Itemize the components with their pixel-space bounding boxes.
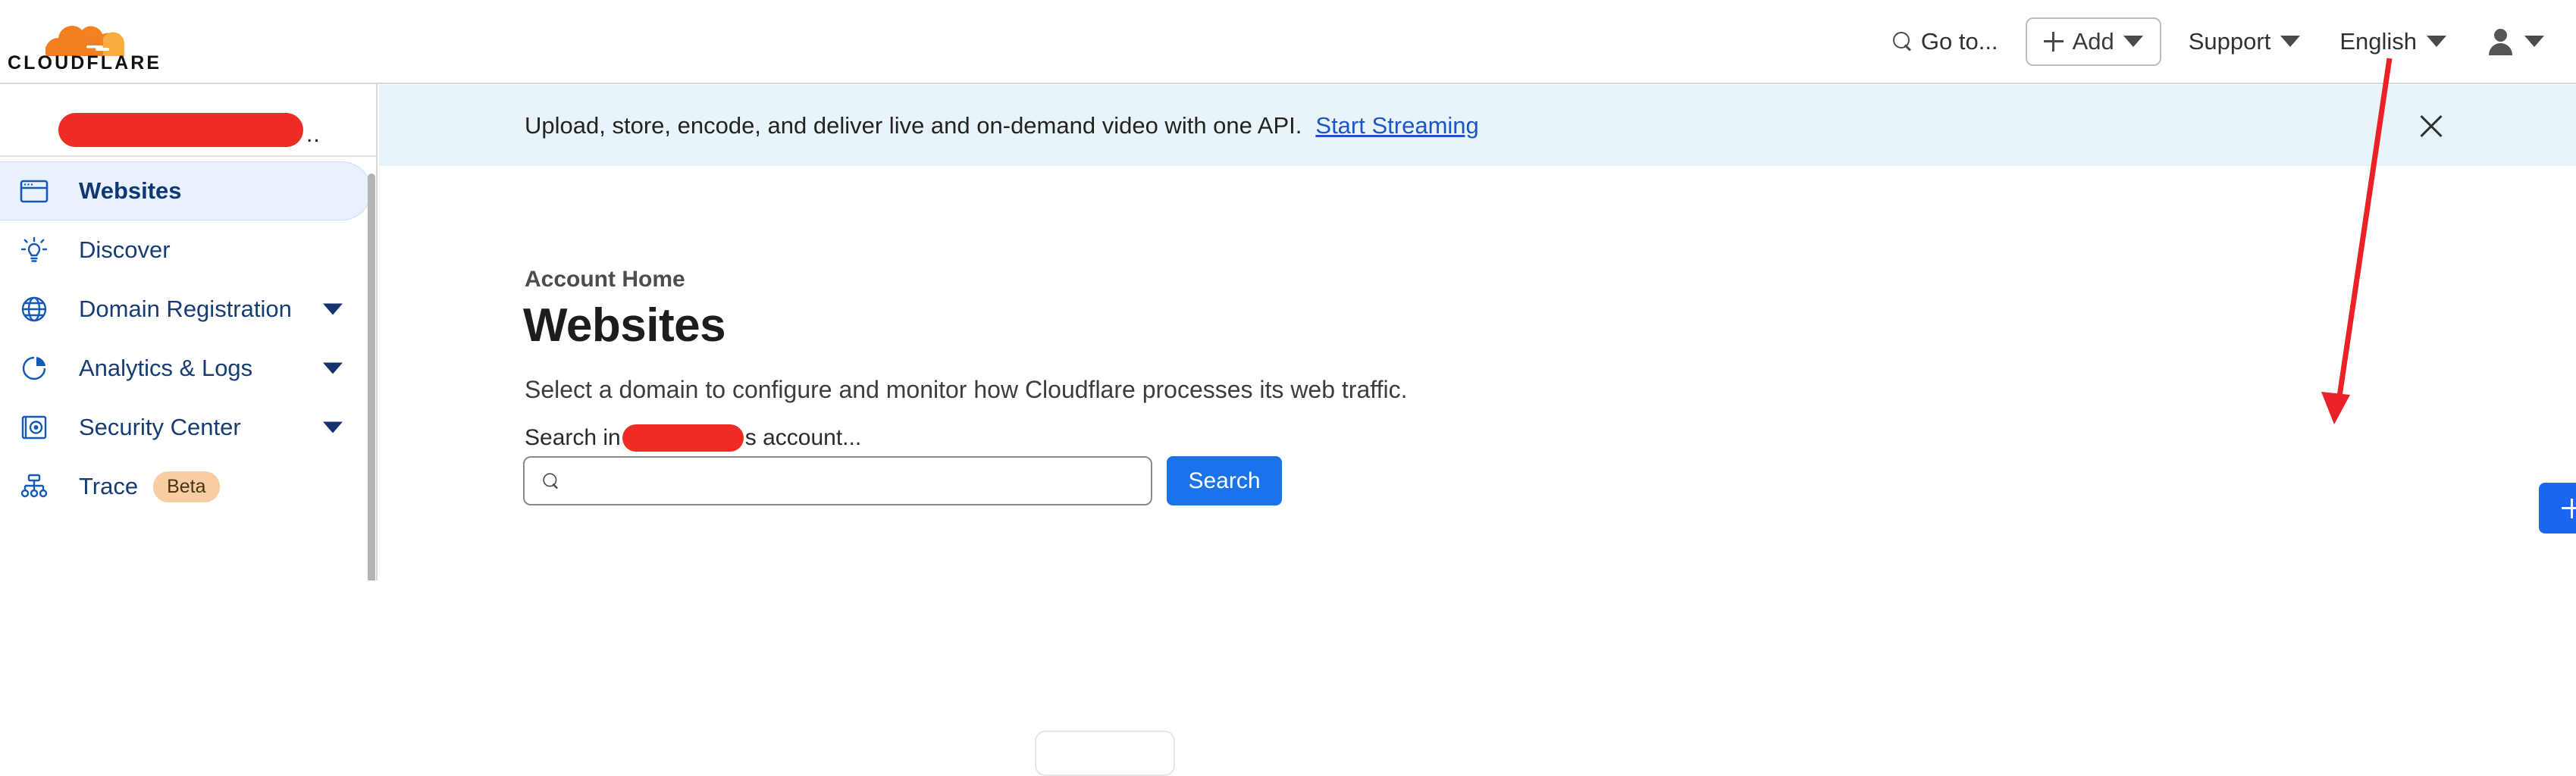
pie-chart-icon bbox=[17, 351, 52, 386]
search-icon bbox=[1892, 31, 1913, 52]
promo-banner: Upload, store, encode, and deliver live … bbox=[379, 85, 2576, 166]
sidebar-item-label: Security Center bbox=[79, 414, 241, 440]
plus-icon bbox=[2043, 31, 2064, 52]
sidebar-nav: Websites Discover Domain Registration An… bbox=[0, 157, 376, 516]
sidebar-item-label: Domain Registration bbox=[79, 296, 292, 322]
chevron-down-icon[interactable] bbox=[323, 362, 343, 374]
sidebar-item-trace[interactable]: Trace Beta bbox=[0, 457, 371, 516]
promo-banner-message: Upload, store, encode, and deliver live … bbox=[525, 111, 1302, 139]
go-to-label: Go to... bbox=[1920, 27, 1998, 55]
beta-badge: Beta bbox=[153, 471, 220, 502]
cloudflare-logo[interactable]: CLOUDFLARE bbox=[6, 6, 180, 74]
cloudflare-cloud-logo bbox=[45, 26, 125, 56]
search-label: Search in s account... bbox=[525, 424, 861, 452]
support-menu[interactable]: Support bbox=[2169, 28, 2321, 55]
lightbulb-icon bbox=[17, 233, 52, 268]
chevron-down-icon[interactable] bbox=[323, 421, 343, 433]
breadcrumb[interactable]: Account Home bbox=[525, 267, 685, 293]
partial-card-below-fold bbox=[1035, 731, 1175, 776]
search-row: Search bbox=[523, 456, 1282, 505]
chevron-down-icon[interactable] bbox=[323, 303, 343, 315]
search-button[interactable]: Search bbox=[1167, 456, 1282, 505]
account-name-redaction bbox=[622, 424, 744, 452]
account-name-suffix: .. bbox=[306, 122, 321, 147]
account-selector[interactable]: .. bbox=[0, 84, 376, 157]
sidebar-item-websites[interactable]: Websites bbox=[0, 161, 371, 221]
sidebar-scrollbar[interactable] bbox=[368, 174, 375, 580]
add-label: Add bbox=[2072, 27, 2114, 55]
sidebar-item-security-center[interactable]: Security Center bbox=[0, 398, 371, 457]
language-label: English bbox=[2339, 27, 2417, 55]
browser-window-icon bbox=[17, 174, 52, 208]
start-streaming-link[interactable]: Start Streaming bbox=[1315, 112, 1478, 139]
page-title: Websites bbox=[523, 299, 726, 352]
account-name-redaction bbox=[58, 113, 303, 147]
search-input[interactable] bbox=[572, 462, 1102, 500]
sidebar-item-analytics-logs[interactable]: Analytics & Logs bbox=[0, 339, 371, 398]
sidebar-item-label: Discover bbox=[79, 236, 171, 263]
sitemap-icon bbox=[17, 469, 52, 504]
search-label-suffix: s account... bbox=[744, 425, 862, 450]
account-menu[interactable] bbox=[2466, 27, 2553, 56]
plus-icon bbox=[2562, 498, 2576, 518]
add-a-domain-button[interactable]: Add a domain bbox=[2539, 483, 2576, 534]
search-label-prefix: Search in bbox=[525, 425, 621, 450]
chevron-down-icon bbox=[2280, 36, 2301, 47]
sidebar-item-label: Websites bbox=[79, 177, 182, 204]
language-menu[interactable]: English bbox=[2320, 28, 2466, 55]
support-label: Support bbox=[2188, 27, 2271, 55]
top-header: CLOUDFLARE Go to... Add Support English bbox=[0, 0, 2576, 84]
chevron-down-icon bbox=[2123, 36, 2143, 47]
brand-wordmark: CLOUDFLARE bbox=[8, 52, 161, 74]
sidebar-item-label: Trace bbox=[79, 473, 139, 499]
sidebar-item-discover[interactable]: Discover bbox=[0, 221, 371, 280]
go-to-button[interactable]: Go to... bbox=[1873, 28, 2018, 55]
chevron-down-icon bbox=[2524, 36, 2544, 47]
main-content: Account Home Websites Select a domain to… bbox=[379, 166, 2576, 776]
sidebar: .. Websites Discover Domain Registration… bbox=[0, 84, 378, 580]
user-avatar-icon bbox=[2486, 27, 2515, 56]
header-nav: Go to... Add Support English bbox=[1873, 0, 2553, 83]
security-vault-icon bbox=[17, 410, 52, 445]
page-subtitle: Select a domain to configure and monitor… bbox=[525, 376, 1408, 403]
sidebar-item-label: Analytics & Logs bbox=[79, 355, 253, 381]
globe-www-icon bbox=[17, 292, 52, 327]
sidebar-item-domain-registration[interactable]: Domain Registration bbox=[0, 280, 371, 339]
chevron-down-icon bbox=[2427, 36, 2446, 47]
search-icon bbox=[543, 472, 559, 489]
add-button[interactable]: Add bbox=[2025, 17, 2161, 66]
close-icon[interactable] bbox=[2417, 111, 2446, 140]
search-field[interactable] bbox=[523, 456, 1152, 505]
